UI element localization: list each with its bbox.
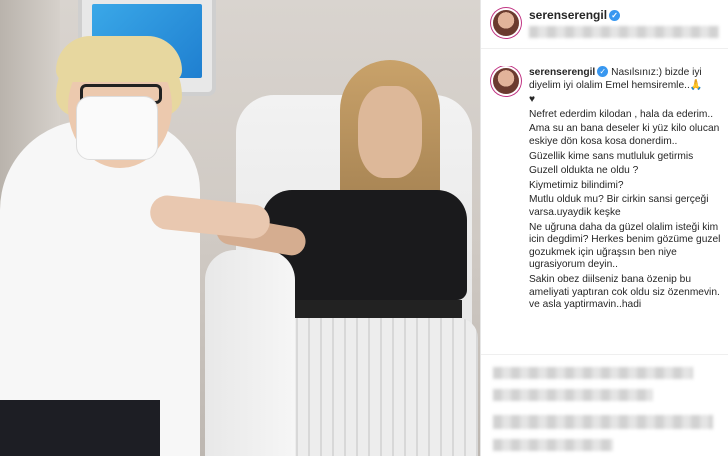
post-photo[interactable]: PHILIPS (0, 0, 480, 456)
blurred-location (529, 26, 719, 38)
caption-fade (481, 342, 728, 354)
blurred-comment (493, 367, 693, 379)
armchair-armrest (205, 250, 295, 456)
caption-block: serenserengil ✓ Nasılsınız:) bizde iyi di… (481, 66, 728, 354)
caption-line: Nefret ederdim kilodan , hala da ederim.… (529, 108, 714, 120)
blurred-comment (493, 389, 653, 401)
verified-badge-icon: ✓ (609, 10, 621, 21)
verified-badge-icon: ✓ (597, 66, 609, 77)
header-username-text[interactable]: serenserengil (529, 8, 607, 22)
caption-line: serenserengil ✓ Nasılsınız:) bizde iyi di… (529, 66, 721, 92)
post-header: serenserengil ✓ (481, 0, 728, 49)
caption-avatar[interactable] (493, 68, 519, 94)
caption-line: Ama su an bana deseler ki yüz kilo oluca… (529, 123, 723, 147)
blurred-comment (493, 415, 713, 429)
caption-line: Guzell oldukta ne oldu ? (529, 165, 639, 177)
nurse-hair-fringe (56, 36, 182, 82)
post-sidebar: serenserengil ✓ serenserengil ✓ Nasılsınız… (480, 0, 728, 456)
comments-section (481, 354, 728, 457)
header-username[interactable]: serenserengil ✓ (529, 8, 621, 22)
woman-face (358, 86, 422, 178)
profile-avatar[interactable] (493, 10, 519, 36)
caption-line: Güzellik kime sans mutluluk getirmis (529, 150, 694, 162)
caption-line: Ne uğruna daha da güzel olalim isteği ki… (529, 221, 724, 271)
caption-username[interactable]: serenserengil (529, 67, 595, 78)
caption-line: Kiymetimiz bilindimi? (529, 179, 624, 191)
nurse-pants (0, 400, 160, 456)
caption-line: Sakin obez diilseniz bana özenip bu amel… (529, 273, 723, 311)
blurred-comment (493, 439, 613, 451)
caption-line: ♥ (529, 94, 536, 106)
caption-line: Mutlu olduk mu? Bir cirkin sansi gerçeği… (529, 194, 712, 218)
caption-text: serenserengil ✓ Nasılsınız:) bizde iyi di… (529, 66, 721, 314)
nurse-face-mask (76, 96, 158, 160)
